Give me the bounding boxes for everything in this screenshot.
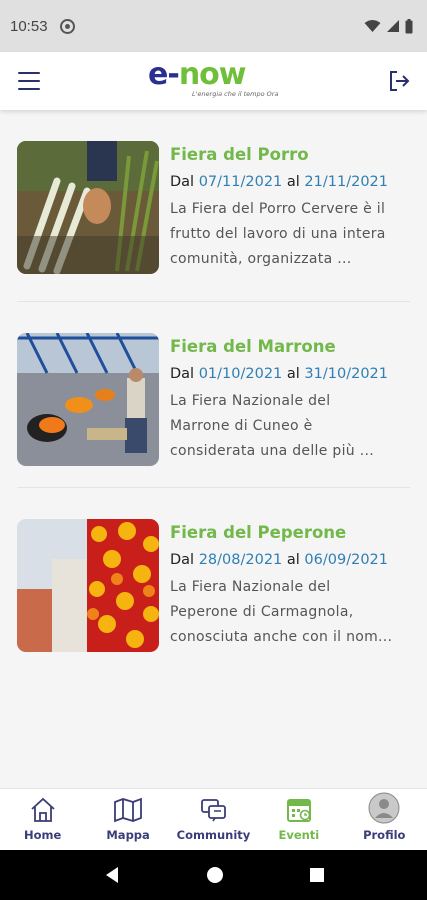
nav-profile[interactable]: Profilo — [344, 792, 424, 842]
wifi-icon — [364, 20, 381, 32]
nav-map[interactable]: Mappa — [88, 794, 168, 842]
nav-events[interactable]: Eventi — [259, 794, 339, 842]
event-start-date: 01/10/2021 — [198, 366, 283, 382]
logout-icon[interactable] — [387, 69, 411, 93]
menu-button[interactable] — [18, 72, 40, 90]
event-description: La Fiera Nazionale del Marrone di Cuneo … — [170, 393, 374, 459]
sync-status-icon — [59, 18, 75, 34]
nav-label: Eventi — [278, 828, 320, 842]
event-start-date: 07/11/2021 — [198, 174, 283, 190]
logo-tagline: L'energia che il tempo Ora — [192, 90, 279, 98]
status-time: 10:53 — [10, 17, 48, 35]
event-image-peppers — [17, 519, 159, 652]
nav-label: Mappa — [106, 828, 150, 842]
map-icon — [114, 797, 142, 823]
event-end-date: 21/11/2021 — [304, 174, 388, 190]
event-card[interactable]: Fiera del Marrone Dal 01/10/2021 al 31/1… — [17, 301, 410, 487]
event-start-date: 28/08/2021 — [198, 552, 283, 568]
bottom-nav: Home Mappa Community Eventi Profilo — [0, 788, 427, 850]
back-icon[interactable] — [103, 866, 121, 884]
home-circle-icon[interactable] — [206, 866, 224, 884]
nav-label: Home — [24, 828, 62, 842]
avatar-icon — [368, 792, 400, 824]
calendar-icon — [286, 799, 311, 822]
event-image-chestnuts — [17, 333, 159, 466]
event-title: Fiera del Peperone — [170, 523, 347, 542]
home-icon — [31, 797, 55, 822]
battery-icon — [405, 18, 413, 33]
event-dates: Dal 07/11/2021 al 21/11/2021 — [170, 174, 388, 190]
event-end-date: 06/09/2021 — [304, 552, 388, 568]
event-card[interactable]: Fiera del Porro Dal 07/11/2021 al 21/11/… — [17, 110, 410, 301]
signal-icon — [387, 20, 399, 32]
nav-community[interactable]: Community — [173, 794, 253, 842]
status-bar: 10:53 — [0, 0, 427, 52]
system-nav-bar — [0, 850, 427, 900]
event-card[interactable]: Fiera del Peperone Dal 28/08/2021 al 06/… — [17, 487, 410, 673]
event-description: La Fiera del Porro Cervere è il frutto d… — [170, 201, 386, 267]
app-logo: e - now L'energia che il tempo Ora — [148, 58, 282, 104]
event-dates: Dal 28/08/2021 al 06/09/2021 — [170, 552, 388, 568]
event-list: Fiera del Porro Dal 07/11/2021 al 21/11/… — [0, 110, 427, 788]
event-end-date: 31/10/2021 — [304, 366, 388, 382]
event-title: Fiera del Porro — [170, 145, 309, 164]
community-icon — [201, 799, 227, 822]
event-title: Fiera del Marrone — [170, 337, 336, 356]
event-description: La Fiera Nazionale del Peperone di Carma… — [170, 579, 393, 645]
event-image-leeks — [17, 141, 159, 274]
nav-label: Community — [176, 828, 251, 842]
nav-home[interactable]: Home — [3, 794, 83, 842]
event-dates: Dal 01/10/2021 al 31/10/2021 — [170, 366, 388, 382]
recents-icon[interactable] — [309, 867, 325, 883]
app-bar: e - now L'energia che il tempo Ora — [0, 52, 427, 110]
nav-label: Profilo — [363, 828, 406, 842]
menu-icon — [18, 72, 40, 74]
